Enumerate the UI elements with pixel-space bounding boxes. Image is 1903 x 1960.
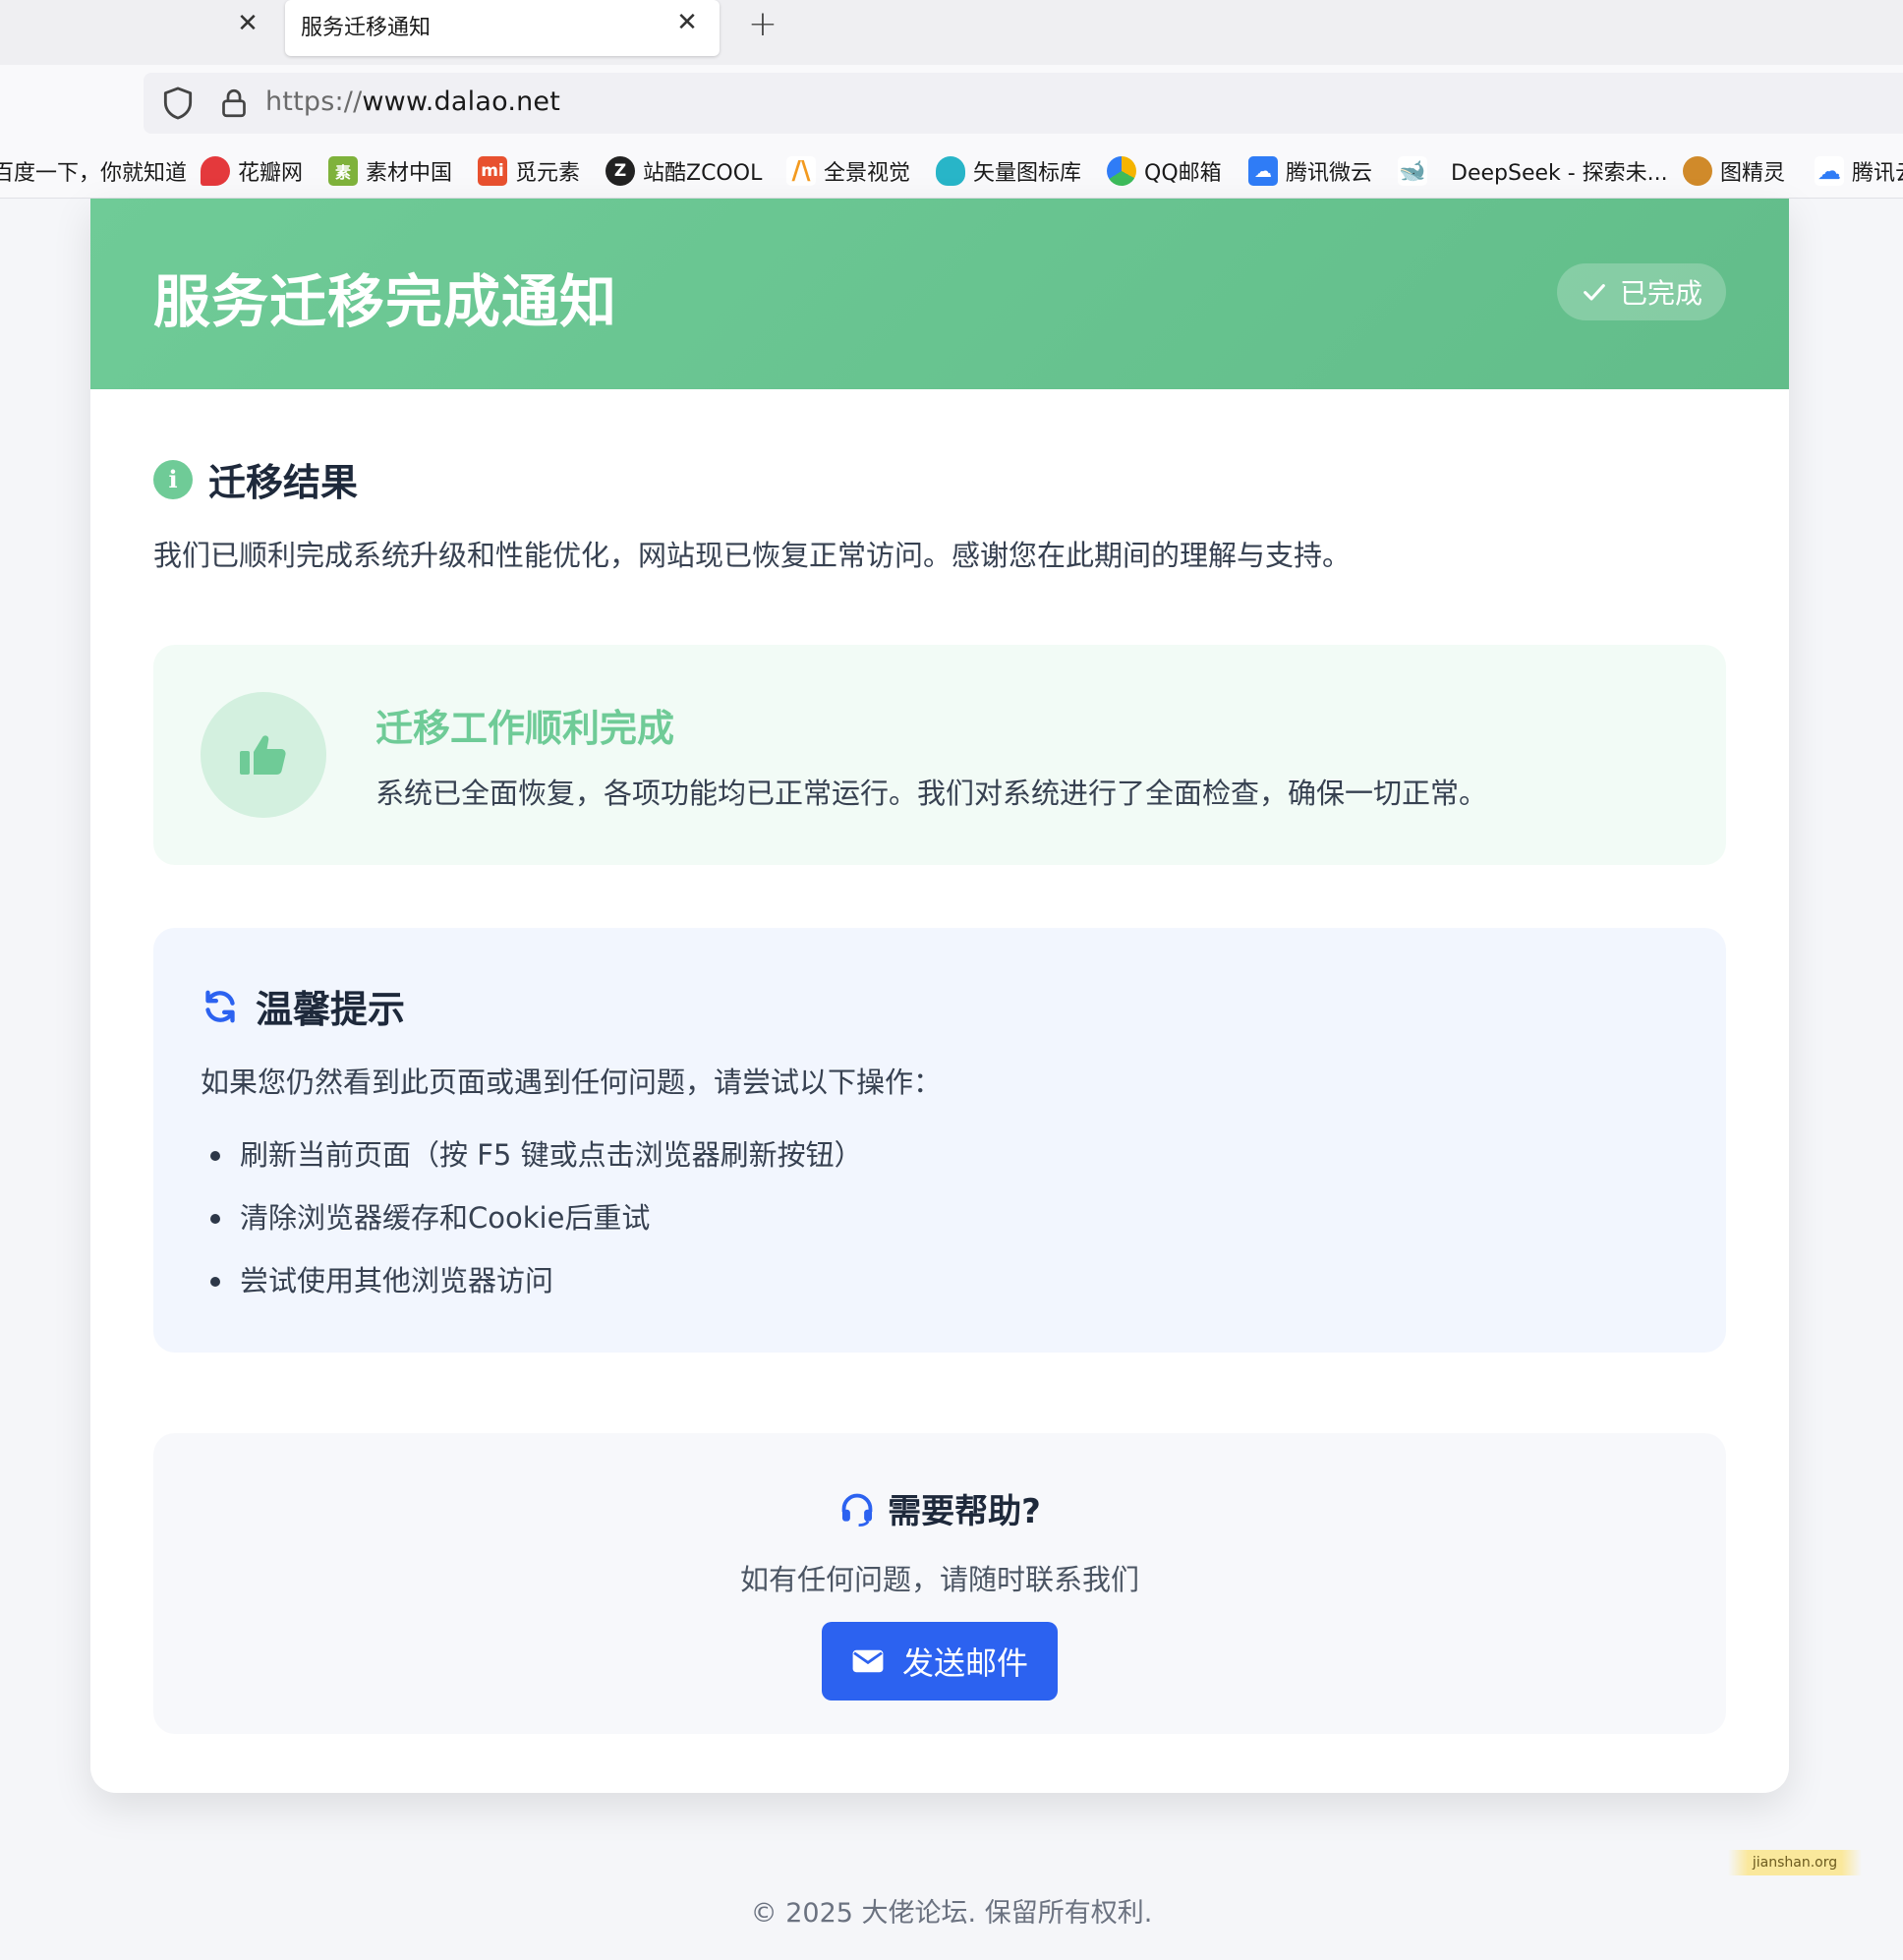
bookmark-qqmail[interactable]: QQ邮箱 bbox=[1107, 155, 1222, 187]
tips-title: 温馨提示 bbox=[256, 988, 406, 1031]
result-title: 迁移结果 bbox=[208, 461, 359, 504]
list-item: 清除浏览器缓存和Cookie后重试 bbox=[201, 1197, 863, 1260]
bookmark-label: 素材中国 bbox=[366, 161, 453, 186]
bookmark-label: DeepSeek - 探索未... bbox=[1451, 161, 1668, 186]
bookmark-iconfont[interactable]: 矢量图标库 bbox=[936, 155, 1081, 187]
bookmark-weiyun[interactable]: ☁ 腾讯微云 bbox=[1248, 155, 1372, 187]
thumbs-up-badge bbox=[201, 692, 326, 818]
success-title: 迁移工作顺利完成 bbox=[375, 707, 675, 750]
bookmarks-bar: 百度一下，你就知道 花瓣网 素 素材中国 mi 觅元素 Z 站酷ZCOOL /\… bbox=[0, 142, 1903, 199]
nav-bar: https://www.dalao.net bbox=[0, 65, 1903, 142]
bookmark-label: QQ邮箱 bbox=[1144, 161, 1222, 186]
bookmark-quanjing[interactable]: /\ 全景视觉 bbox=[786, 155, 910, 187]
address-bar[interactable]: https://www.dalao.net bbox=[144, 73, 1903, 134]
url-scheme: https:// bbox=[265, 86, 363, 117]
hero-header: 服务迁移完成通知 已完成 bbox=[90, 199, 1789, 389]
bookmark-label: 图精灵 bbox=[1720, 161, 1786, 186]
list-item: 尝试使用其他浏览器访问 bbox=[201, 1260, 863, 1323]
bookmark-label: 矢量图标库 bbox=[973, 161, 1082, 186]
previous-tab-close-icon[interactable]: ✕ bbox=[230, 6, 265, 41]
status-badge: 已完成 bbox=[1557, 263, 1726, 320]
send-email-button[interactable]: 发送邮件 bbox=[822, 1622, 1058, 1701]
send-email-label: 发送邮件 bbox=[901, 1645, 1028, 1681]
refresh-icon bbox=[205, 990, 235, 1022]
bookmark-deepseek[interactable]: 🐋 DeepSeek - 探索未... bbox=[1398, 155, 1668, 187]
bullet-icon bbox=[210, 1214, 220, 1224]
tips-panel: 温馨提示 如果您仍然看到此页面或遇到任何问题，请尝试以下操作： 刷新当前页面（按… bbox=[153, 928, 1726, 1353]
help-text: 如有任何问题，请随时联系我们 bbox=[739, 1563, 1139, 1596]
list-item-text: 刷新当前页面（按 F5 键或点击浏览器刷新按钮） bbox=[240, 1138, 863, 1172]
bookmark-label: 花瓣网 bbox=[238, 161, 304, 186]
tips-heading: 温馨提示 bbox=[201, 979, 405, 1033]
bookmark-label: 腾讯云 bbox=[1852, 161, 1903, 186]
tab-active[interactable]: 服务迁移通知 ✕ bbox=[285, 0, 720, 56]
lock-icon[interactable] bbox=[216, 85, 252, 122]
help-title: 需要帮助? bbox=[888, 1492, 1041, 1531]
headset-icon bbox=[841, 1493, 873, 1527]
bookmark-label: 站酷ZCOOL bbox=[643, 161, 763, 186]
info-icon: i bbox=[153, 459, 193, 499]
status-badge-label: 已完成 bbox=[1619, 277, 1702, 310]
bookmark-label: 觅元素 bbox=[515, 161, 581, 186]
shield-icon[interactable] bbox=[159, 85, 197, 122]
check-icon bbox=[1584, 284, 1605, 301]
mi-icon: mi bbox=[478, 156, 507, 186]
help-panel: 需要帮助? 如有任何问题，请随时联系我们 发送邮件 bbox=[153, 1433, 1726, 1734]
notification-card: 服务迁移完成通知 已完成 i 迁移结果 我们已顺利完成系统升级和性能优化，网站现… bbox=[90, 199, 1789, 1793]
new-tab-plus-icon[interactable]: + bbox=[743, 4, 782, 44]
page-title: 服务迁移完成通知 bbox=[153, 268, 618, 335]
iconfont-icon bbox=[936, 156, 965, 186]
result-heading: i 迁移结果 bbox=[153, 452, 358, 506]
bullet-icon bbox=[210, 1277, 220, 1287]
list-item-text: 尝试使用其他浏览器访问 bbox=[240, 1264, 554, 1297]
success-panel: 迁移工作顺利完成 系统已全面恢复，各项功能均已正常运行。我们对系统进行了全面检查… bbox=[153, 645, 1726, 865]
deepseek-icon: 🐋 bbox=[1398, 156, 1427, 186]
bookmark-mi[interactable]: mi 觅元素 bbox=[478, 155, 580, 187]
bookmark-huaban[interactable]: 花瓣网 bbox=[201, 155, 303, 187]
qqmail-icon bbox=[1107, 156, 1136, 186]
tips-list: 刷新当前页面（按 F5 键或点击浏览器刷新按钮） 清除浏览器缓存和Cookie后… bbox=[201, 1134, 863, 1323]
list-item: 刷新当前页面（按 F5 键或点击浏览器刷新按钮） bbox=[201, 1134, 863, 1197]
bookmark-label: 腾讯微云 bbox=[1286, 161, 1373, 186]
tab-close-icon[interactable]: ✕ bbox=[670, 6, 704, 39]
tips-lead-text: 如果您仍然看到此页面或遇到任何问题，请尝试以下操作： bbox=[201, 1066, 943, 1099]
bookmark-sucai[interactable]: 素 素材中国 bbox=[328, 155, 452, 187]
tencent-cloud-icon: ☁ bbox=[1815, 156, 1844, 186]
bullet-icon bbox=[210, 1151, 220, 1161]
zcool-icon: Z bbox=[606, 156, 635, 186]
envelope-icon bbox=[852, 1649, 884, 1673]
list-item-text: 清除浏览器缓存和Cookie后重试 bbox=[240, 1201, 651, 1235]
footer-copyright: © 2025 大佬论坛. 保留所有权利. bbox=[750, 1898, 1153, 1929]
tab-bar: ✕ 服务迁移通知 ✕ + bbox=[0, 0, 1903, 65]
bookmark-label: 全景视觉 bbox=[824, 161, 911, 186]
bookmark-baidu[interactable]: 百度一下，你就知道 bbox=[0, 155, 187, 187]
bookmark-tencent-cloud[interactable]: ☁ 腾讯云 bbox=[1815, 155, 1903, 187]
success-text: 系统已全面恢复，各项功能均已正常运行。我们对系统进行了全面检查，确保一切正常。 bbox=[375, 777, 1488, 810]
bookmark-tujingling[interactable]: 图精灵 bbox=[1683, 155, 1785, 187]
url-text[interactable]: https://www.dalao.net bbox=[265, 86, 560, 117]
huaban-icon bbox=[201, 156, 230, 186]
result-text: 我们已顺利完成系统升级和性能优化，网站现已恢复正常访问。感谢您在此期间的理解与支… bbox=[153, 539, 1352, 572]
tujingling-icon bbox=[1683, 156, 1712, 186]
url-host: www.dalao.net bbox=[362, 86, 561, 117]
help-heading: 需要帮助? bbox=[153, 1484, 1726, 1532]
sucai-icon: 素 bbox=[328, 156, 358, 186]
tab-title: 服务迁移通知 bbox=[301, 16, 432, 40]
quanjing-icon: /\ bbox=[786, 156, 816, 186]
bookmark-label: 百度一下，你就知道 bbox=[0, 161, 188, 186]
thumbs-up-icon bbox=[240, 735, 286, 775]
watermark: jianshan.org bbox=[1728, 1850, 1862, 1875]
weiyun-icon: ☁ bbox=[1248, 156, 1278, 186]
bookmark-zcool[interactable]: Z 站酷ZCOOL bbox=[606, 155, 762, 187]
